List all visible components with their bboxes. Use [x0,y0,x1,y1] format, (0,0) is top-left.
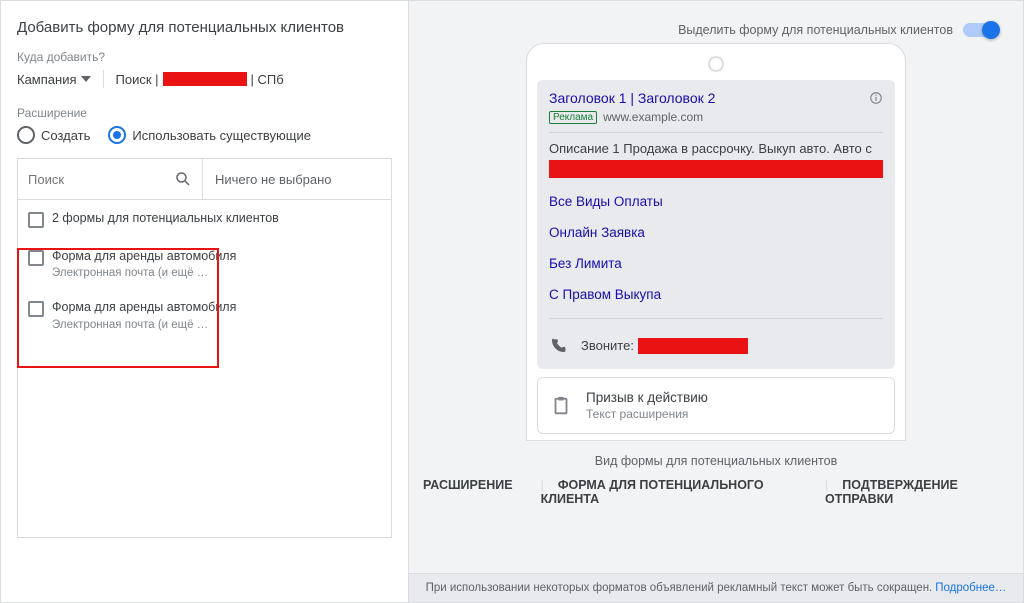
divider [103,70,104,88]
search-suffix: | СПб [251,72,284,87]
toggle-switch[interactable] [963,23,999,37]
preview-caption: Вид формы для потенциальных клиентов [409,454,1023,468]
app-root: Добавить форму для потенциальных клиенто… [0,0,1024,603]
tab-leadform[interactable]: ФОРМА ДЛЯ ПОТЕНЦИАЛЬНОГО КЛИЕНТА [527,478,811,506]
ad-url-row: Реклама www.example.com [549,110,883,124]
search-input[interactable] [28,172,128,187]
radio-create-label: Создать [41,128,90,143]
phone-camera-icon [708,56,724,72]
sitelink[interactable]: Все Виды Оплаты [549,186,883,217]
phone-icon [549,337,567,355]
ad-url: www.example.com [603,110,703,124]
checkbox[interactable] [28,250,44,266]
redacted-block [638,338,748,354]
list-item[interactable]: Форма для аренды автомобиля Электронная … [18,238,391,289]
clipboard-icon [550,395,572,417]
call-row[interactable]: Звоните: [549,327,883,359]
panel-title: Добавить форму для потенциальных клиенто… [17,19,392,36]
search-icon[interactable] [174,170,192,188]
item-body: Форма для аренды автомобиля Электронная … [52,299,381,330]
search-prefix: Поиск | [116,72,159,87]
checkbox[interactable] [28,212,44,228]
checkbox[interactable] [28,301,44,317]
toggle-label: Выделить форму для потенциальных клиенто… [678,23,953,37]
redacted-block [549,160,883,178]
tab-confirmation[interactable]: ПОДТВЕРЖДЕНИЕ ОТПРАВКИ [811,478,1023,506]
item-subtitle: Электронная почта (и ещё … [52,267,381,279]
radio-group: Создать Использовать существующие [17,126,392,144]
radio-use-existing[interactable]: Использовать существующие [108,126,311,144]
toggle-row: Выделить форму для потенциальных клиенто… [409,1,1023,43]
item-subtitle: Электронная почта (и ещё … [52,319,381,331]
sitelink[interactable]: Онлайн Заявка [549,217,883,248]
campaign-label: Кампания [17,72,77,87]
none-selected: Ничего не выбрано [203,159,391,199]
box-header: Ничего не выбрано [18,159,391,200]
item-body: 2 формы для потенциальных клиентов [52,210,381,226]
right-panel: Выделить форму для потенциальных клиенто… [409,1,1023,602]
tab-extension[interactable]: РАСШИРЕНИЕ [409,478,527,506]
search-cell [18,159,203,199]
radio-icon-selected [108,126,126,144]
ad-headline[interactable]: Заголовок 1 | Заголовок 2 [549,90,715,106]
radio-use-label: Использовать существующие [132,128,311,143]
where-label: Куда добавить? [17,50,392,64]
cta-subtitle: Текст расширения [586,407,708,421]
radio-icon [17,126,35,144]
campaign-dropdown[interactable]: Кампания [17,72,91,87]
list-item[interactable]: 2 формы для потенциальных клиентов [18,200,391,238]
ad-description: Описание 1 Продажа в рассрочку. Выкуп ав… [549,141,883,156]
item-title: 2 формы для потенциальных клиентов [52,210,381,226]
redacted-block [163,72,247,86]
phone-preview: Заголовок 1 | Заголовок 2 Реклама www.ex… [526,43,906,441]
item-title: Форма для аренды автомобиля [52,248,381,264]
item-body: Форма для аренды автомобиля Электронная … [52,248,381,279]
footer-note: При использовании некоторых форматов объ… [409,573,1023,602]
scope-row: Кампания Поиск | | СПб [17,70,392,88]
item-title: Форма для аренды автомобиля [52,299,381,315]
call-label: Звоните: [581,338,634,353]
left-panel: Добавить форму для потенциальных клиенто… [1,1,409,602]
sitelink[interactable]: Без Лимита [549,248,883,279]
sitelink[interactable]: С Правом Выкупа [549,279,883,310]
ad-headline-row: Заголовок 1 | Заголовок 2 [549,90,883,106]
preview-tabs: РАСШИРЕНИЕ ФОРМА ДЛЯ ПОТЕНЦИАЛЬНОГО КЛИЕ… [409,478,1023,506]
radio-create[interactable]: Создать [17,126,90,144]
info-icon[interactable] [869,91,883,105]
list-item[interactable]: Форма для аренды автомобиля Электронная … [18,289,391,340]
forms-list: 2 формы для потенциальных клиентов Форма… [18,200,391,537]
campaign-name: Поиск | | СПб [116,72,284,87]
divider [549,132,883,133]
leadform-card[interactable]: Призыв к действию Текст расширения [537,377,895,434]
forms-box: Ничего не выбрано 2 формы для потенциаль… [17,158,392,538]
ad-badge: Реклама [549,111,597,124]
footer-link[interactable]: Подробнее… [935,582,1006,594]
cta-title: Призыв к действию [586,390,708,405]
call-text: Звоните: [581,338,748,355]
footer-text: При использовании некоторых форматов объ… [426,582,933,594]
chevron-down-icon [81,76,91,82]
extension-label: Расширение [17,106,392,120]
leadform-text: Призыв к действию Текст расширения [586,390,708,421]
ad-card: Заголовок 1 | Заголовок 2 Реклама www.ex… [537,80,895,369]
divider [549,318,883,319]
